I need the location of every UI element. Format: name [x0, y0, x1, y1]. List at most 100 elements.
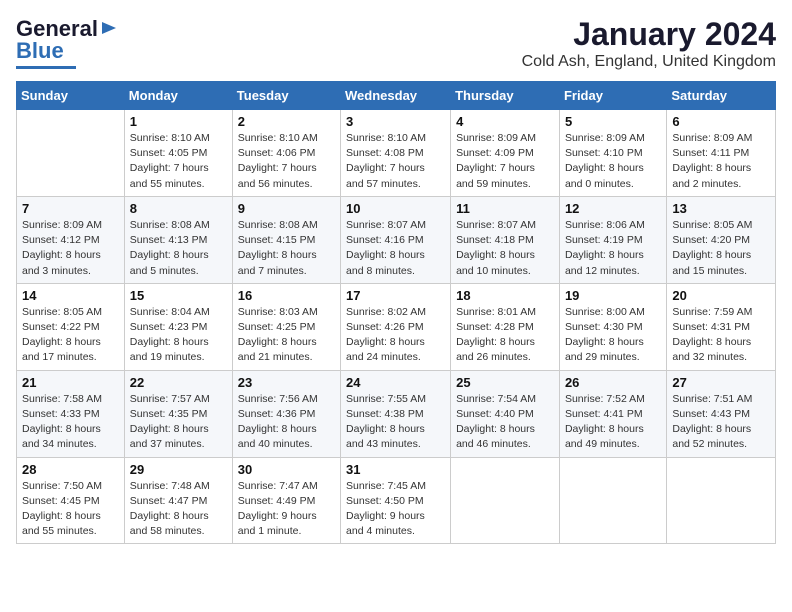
calendar-week-row: 1 Sunrise: 8:10 AMSunset: 4:05 PMDaylight… [17, 110, 776, 197]
table-row: 26 Sunrise: 7:52 AMSunset: 4:41 PMDayligh… [559, 370, 666, 457]
day-info: Sunrise: 8:09 AMSunset: 4:10 PMDaylight:… [565, 131, 661, 192]
day-number: 15 [130, 288, 227, 303]
day-number: 13 [672, 201, 770, 216]
day-info: Sunrise: 8:06 AMSunset: 4:19 PMDaylight:… [565, 218, 661, 279]
day-info: Sunrise: 8:01 AMSunset: 4:28 PMDaylight:… [456, 305, 554, 366]
day-number: 30 [238, 462, 335, 477]
table-row [559, 457, 666, 544]
day-number: 23 [238, 375, 335, 390]
table-row: 31 Sunrise: 7:45 AMSunset: 4:50 PMDayligh… [341, 457, 451, 544]
header-tuesday: Tuesday [232, 82, 340, 110]
header-thursday: Thursday [451, 82, 560, 110]
day-info: Sunrise: 8:07 AMSunset: 4:16 PMDaylight:… [346, 218, 445, 279]
logo-underline [16, 66, 76, 69]
header-sunday: Sunday [17, 82, 125, 110]
day-number: 25 [456, 375, 554, 390]
day-info: Sunrise: 8:09 AMSunset: 4:11 PMDaylight:… [672, 131, 770, 192]
day-info: Sunrise: 7:57 AMSunset: 4:35 PMDaylight:… [130, 392, 227, 453]
table-row: 30 Sunrise: 7:47 AMSunset: 4:49 PMDayligh… [232, 457, 340, 544]
calendar-table: Sunday Monday Tuesday Wednesday Thursday… [16, 81, 776, 544]
header-monday: Monday [124, 82, 232, 110]
day-number: 1 [130, 114, 227, 129]
day-info: Sunrise: 7:58 AMSunset: 4:33 PMDaylight:… [22, 392, 119, 453]
table-row: 18Sunrise: 8:01 AMSunset: 4:28 PMDayligh… [451, 283, 560, 370]
table-row: 12Sunrise: 8:06 AMSunset: 4:19 PMDayligh… [559, 196, 666, 283]
header-wednesday: Wednesday [341, 82, 451, 110]
day-info: Sunrise: 8:08 AMSunset: 4:15 PMDaylight:… [238, 218, 335, 279]
table-row [451, 457, 560, 544]
day-number: 7 [22, 201, 119, 216]
page-header: General Blue January 2024 Cold Ash, Engl… [16, 16, 776, 71]
day-number: 27 [672, 375, 770, 390]
day-info: Sunrise: 7:59 AMSunset: 4:31 PMDaylight:… [672, 305, 770, 366]
day-info: Sunrise: 8:00 AMSunset: 4:30 PMDaylight:… [565, 305, 661, 366]
day-info: Sunrise: 7:45 AMSunset: 4:50 PMDaylight:… [346, 479, 445, 540]
subtitle: Cold Ash, England, United Kingdom [522, 53, 776, 71]
day-info: Sunrise: 7:52 AMSunset: 4:41 PMDaylight:… [565, 392, 661, 453]
day-number: 16 [238, 288, 335, 303]
day-info: Sunrise: 8:08 AMSunset: 4:13 PMDaylight:… [130, 218, 227, 279]
calendar-week-row: 28Sunrise: 7:50 AMSunset: 4:45 PMDayligh… [17, 457, 776, 544]
day-info: Sunrise: 8:10 AMSunset: 4:06 PMDaylight:… [238, 131, 335, 192]
table-row: 1 Sunrise: 8:10 AMSunset: 4:05 PMDaylight… [124, 110, 232, 197]
calendar-week-row: 7 Sunrise: 8:09 AMSunset: 4:12 PMDaylight… [17, 196, 776, 283]
day-info: Sunrise: 7:54 AMSunset: 4:40 PMDaylight:… [456, 392, 554, 453]
day-number: 21 [22, 375, 119, 390]
day-info: Sunrise: 7:55 AMSunset: 4:38 PMDaylight:… [346, 392, 445, 453]
day-number: 19 [565, 288, 661, 303]
table-row: 8 Sunrise: 8:08 AMSunset: 4:13 PMDaylight… [124, 196, 232, 283]
table-row: 4 Sunrise: 8:09 AMSunset: 4:09 PMDaylight… [451, 110, 560, 197]
day-info: Sunrise: 8:04 AMSunset: 4:23 PMDaylight:… [130, 305, 227, 366]
table-row: 16 Sunrise: 8:03 AMSunset: 4:25 PMDayligh… [232, 283, 340, 370]
day-info: Sunrise: 7:51 AMSunset: 4:43 PMDaylight:… [672, 392, 770, 453]
title-section: January 2024 Cold Ash, England, United K… [522, 16, 776, 71]
day-info: Sunrise: 8:10 AMSunset: 4:08 PMDaylight:… [346, 131, 445, 192]
day-info: Sunrise: 7:47 AMSunset: 4:49 PMDaylight:… [238, 479, 335, 540]
table-row: 22Sunrise: 7:57 AMSunset: 4:35 PMDayligh… [124, 370, 232, 457]
day-info: Sunrise: 8:09 AMSunset: 4:12 PMDaylight:… [22, 218, 119, 279]
table-row: 25 Sunrise: 7:54 AMSunset: 4:40 PMDayligh… [451, 370, 560, 457]
day-number: 24 [346, 375, 445, 390]
table-row: 14Sunrise: 8:05 AMSunset: 4:22 PMDayligh… [17, 283, 125, 370]
table-row: 3 Sunrise: 8:10 AMSunset: 4:08 PMDaylight… [341, 110, 451, 197]
day-number: 6 [672, 114, 770, 129]
table-row: 21 Sunrise: 7:58 AMSunset: 4:33 PMDayligh… [17, 370, 125, 457]
day-number: 29 [130, 462, 227, 477]
day-info: Sunrise: 8:05 AMSunset: 4:20 PMDaylight:… [672, 218, 770, 279]
table-row [667, 457, 776, 544]
day-number: 2 [238, 114, 335, 129]
table-row: 19 Sunrise: 8:00 AMSunset: 4:30 PMDayligh… [559, 283, 666, 370]
day-number: 4 [456, 114, 554, 129]
table-row: 15 Sunrise: 8:04 AMSunset: 4:23 PMDayligh… [124, 283, 232, 370]
table-row: 2 Sunrise: 8:10 AMSunset: 4:06 PMDaylight… [232, 110, 340, 197]
day-number: 14 [22, 288, 119, 303]
day-number: 8 [130, 201, 227, 216]
logo: General Blue [16, 16, 118, 69]
table-row: 5 Sunrise: 8:09 AMSunset: 4:10 PMDaylight… [559, 110, 666, 197]
table-row [17, 110, 125, 197]
table-row: 7 Sunrise: 8:09 AMSunset: 4:12 PMDaylight… [17, 196, 125, 283]
table-row: 29 Sunrise: 7:48 AMSunset: 4:47 PMDayligh… [124, 457, 232, 544]
day-number: 10 [346, 201, 445, 216]
header-friday: Friday [559, 82, 666, 110]
table-row: 28Sunrise: 7:50 AMSunset: 4:45 PMDayligh… [17, 457, 125, 544]
day-number: 26 [565, 375, 661, 390]
day-info: Sunrise: 8:07 AMSunset: 4:18 PMDaylight:… [456, 218, 554, 279]
day-number: 20 [672, 288, 770, 303]
day-number: 3 [346, 114, 445, 129]
day-number: 28 [22, 462, 119, 477]
day-number: 17 [346, 288, 445, 303]
day-number: 31 [346, 462, 445, 477]
table-row: 9Sunrise: 8:08 AMSunset: 4:15 PMDaylight… [232, 196, 340, 283]
header-saturday: Saturday [667, 82, 776, 110]
main-title: January 2024 [522, 16, 776, 53]
table-row: 6 Sunrise: 8:09 AMSunset: 4:11 PMDaylight… [667, 110, 776, 197]
day-number: 5 [565, 114, 661, 129]
calendar-header-row: Sunday Monday Tuesday Wednesday Thursday… [17, 82, 776, 110]
day-info: Sunrise: 8:10 AMSunset: 4:05 PMDaylight:… [130, 131, 227, 192]
day-info: Sunrise: 7:48 AMSunset: 4:47 PMDaylight:… [130, 479, 227, 540]
day-info: Sunrise: 8:03 AMSunset: 4:25 PMDaylight:… [238, 305, 335, 366]
day-info: Sunrise: 8:09 AMSunset: 4:09 PMDaylight:… [456, 131, 554, 192]
table-row: 17 Sunrise: 8:02 AMSunset: 4:26 PMDayligh… [341, 283, 451, 370]
day-info: Sunrise: 8:02 AMSunset: 4:26 PMDaylight:… [346, 305, 445, 366]
